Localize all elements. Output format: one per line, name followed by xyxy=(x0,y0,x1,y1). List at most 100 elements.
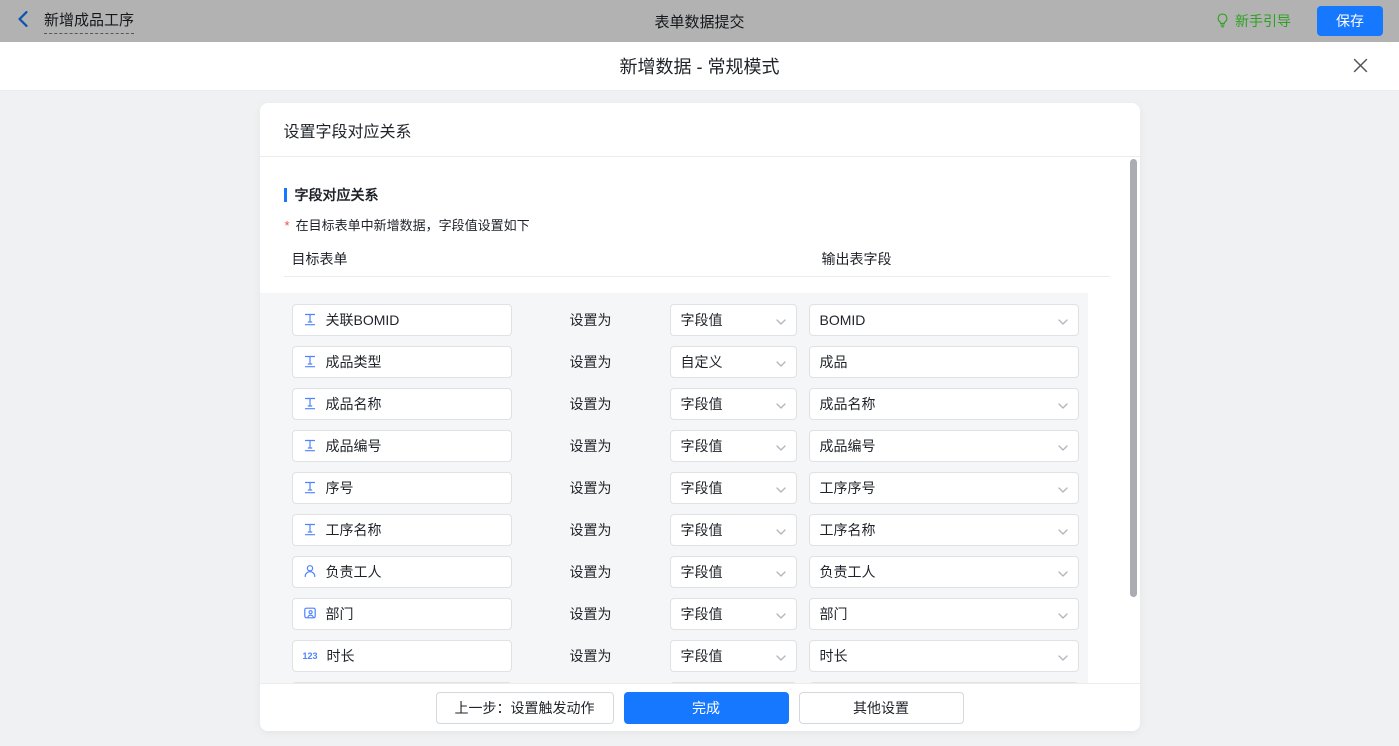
output-value: 时长 xyxy=(819,648,848,664)
set-as-label: 设置为 xyxy=(569,648,612,664)
mapping-row xyxy=(291,682,1088,683)
previous-step-button[interactable]: 上一步：设置触发动作 xyxy=(435,691,614,724)
text-field-icon xyxy=(303,480,317,497)
output-field-select[interactable]: 成品编号 xyxy=(808,430,1079,462)
field-mapping-rows-panel: 关联BOMID 设置为 字段值 BOMID 成品类型 设置为 自定义 成品 成品… xyxy=(259,293,1088,683)
chevron-down-icon xyxy=(1057,648,1068,664)
mode-value: 自定义 xyxy=(680,354,723,370)
topbar-center-title: 表单数据提交 xyxy=(654,13,745,31)
target-field[interactable]: 成品编号 xyxy=(291,430,512,462)
set-as-label: 设置为 xyxy=(569,312,612,328)
output-field-select[interactable]: 工序名称 xyxy=(808,514,1079,546)
guide-label: 新手引导 xyxy=(1235,13,1291,29)
set-as-label: 设置为 xyxy=(569,354,612,370)
target-field[interactable]: 关联BOMID xyxy=(291,304,512,336)
output-field-select[interactable]: 成品名称 xyxy=(808,388,1079,420)
target-field[interactable]: 负责工人 xyxy=(291,556,512,588)
vertical-scrollbar[interactable] xyxy=(1129,159,1137,597)
value-mode-select[interactable]: 字段值 xyxy=(669,598,797,630)
value-mode-select[interactable]: 自定义 xyxy=(669,346,797,378)
target-field[interactable]: 123 时长 xyxy=(291,640,512,672)
output-value: 部门 xyxy=(819,606,848,622)
member-icon xyxy=(303,564,317,581)
output-custom-input[interactable]: 成品 xyxy=(808,346,1079,378)
chevron-down-icon xyxy=(775,312,786,328)
output-value: 成品名称 xyxy=(819,396,876,412)
output-field-select[interactable] xyxy=(808,682,1079,683)
set-as-label: 设置为 xyxy=(569,564,612,580)
output-value: 成品 xyxy=(819,354,848,370)
output-value: 负责工人 xyxy=(819,564,876,580)
value-mode-select[interactable]: 字段值 xyxy=(669,640,797,672)
output-field-select[interactable]: 工序序号 xyxy=(808,472,1079,504)
other-settings-button[interactable]: 其他设置 xyxy=(798,691,964,724)
card-header-title: 设置字段对应关系 xyxy=(259,103,1140,157)
value-mode-select[interactable]: 字段值 xyxy=(669,556,797,588)
mapping-row: 负责工人 设置为 字段值 负责工人 xyxy=(291,556,1088,588)
chevron-down-icon xyxy=(1057,480,1068,496)
mapping-row: 工序名称 设置为 字段值 工序名称 xyxy=(291,514,1088,546)
required-asterisk: * xyxy=(284,218,290,233)
output-field-select[interactable]: 部门 xyxy=(808,598,1079,630)
target-field-label: 成品类型 xyxy=(325,354,382,370)
mapping-row: 关联BOMID 设置为 字段值 BOMID xyxy=(291,304,1088,336)
value-mode-select[interactable]: 字段值 xyxy=(669,304,797,336)
target-field[interactable]: 成品名称 xyxy=(291,388,512,420)
output-field-select[interactable]: 负责工人 xyxy=(808,556,1079,588)
chevron-down-icon xyxy=(775,522,786,538)
target-field-label: 工序名称 xyxy=(325,522,382,538)
mapping-row: 序号 设置为 字段值 工序序号 xyxy=(291,472,1088,504)
mapping-row: 成品编号 设置为 字段值 成品编号 xyxy=(291,430,1088,462)
mode-value: 字段值 xyxy=(680,606,723,622)
beginner-guide-link[interactable]: 新手引导 xyxy=(1215,11,1291,31)
close-icon xyxy=(1352,57,1369,77)
target-field[interactable]: 部门 xyxy=(291,598,512,630)
note-text: 在目标表单中新增数据，字段值设置如下 xyxy=(295,218,530,233)
finish-button[interactable]: 完成 xyxy=(623,691,789,724)
chevron-down-icon xyxy=(775,480,786,496)
target-field-label: 序号 xyxy=(325,480,354,496)
mapping-row: 成品类型 设置为 自定义 成品 xyxy=(291,346,1088,378)
set-as-label: 设置为 xyxy=(569,396,612,412)
value-mode-select[interactable]: 字段值 xyxy=(669,514,797,546)
chevron-down-icon xyxy=(775,396,786,412)
section-title: 字段对应关系 xyxy=(283,185,1116,205)
output-field-select[interactable]: BOMID xyxy=(808,304,1079,336)
output-value: 工序名称 xyxy=(819,522,876,538)
set-as-label: 设置为 xyxy=(569,480,612,496)
value-mode-select[interactable] xyxy=(669,682,797,683)
mapping-row: 123 时长 设置为 字段值 时长 xyxy=(291,640,1088,672)
mode-value: 字段值 xyxy=(680,522,723,538)
value-mode-select[interactable]: 字段值 xyxy=(669,388,797,420)
chevron-down-icon xyxy=(775,564,786,580)
text-field-icon xyxy=(303,522,317,539)
save-button[interactable]: 保存 xyxy=(1317,6,1383,36)
chevron-down-icon xyxy=(775,438,786,454)
set-as-label: 设置为 xyxy=(569,438,612,454)
output-value: BOMID xyxy=(819,312,866,328)
number-icon: 123 xyxy=(302,651,318,661)
column-header-output: 输出表字段 xyxy=(821,251,892,267)
section-accent-bar xyxy=(283,188,287,202)
required-note: * 在目标表单中新增数据，字段值设置如下 xyxy=(285,215,1116,234)
target-field[interactable]: 成品类型 xyxy=(291,346,512,378)
set-as-label: 设置为 xyxy=(569,606,612,622)
value-mode-select[interactable]: 字段值 xyxy=(669,430,797,462)
column-headers: 目标表单 输出表字段 xyxy=(260,249,1140,267)
chevron-down-icon xyxy=(775,354,786,370)
target-field[interactable]: 工序名称 xyxy=(291,514,512,546)
chevron-down-icon xyxy=(1057,606,1068,622)
mode-value: 字段值 xyxy=(680,564,723,580)
text-field-icon xyxy=(303,354,317,371)
department-icon xyxy=(303,606,317,623)
chevron-down-icon xyxy=(1057,522,1068,538)
column-header-target: 目标表单 xyxy=(291,251,348,267)
chevron-down-icon xyxy=(775,648,786,664)
output-field-select[interactable]: 时长 xyxy=(808,640,1079,672)
chevron-down-icon xyxy=(1057,396,1068,412)
close-button[interactable] xyxy=(1349,56,1371,78)
target-field[interactable]: 序号 xyxy=(291,472,512,504)
value-mode-select[interactable]: 字段值 xyxy=(669,472,797,504)
target-field[interactable] xyxy=(291,682,512,683)
target-field-label: 时长 xyxy=(326,648,355,664)
